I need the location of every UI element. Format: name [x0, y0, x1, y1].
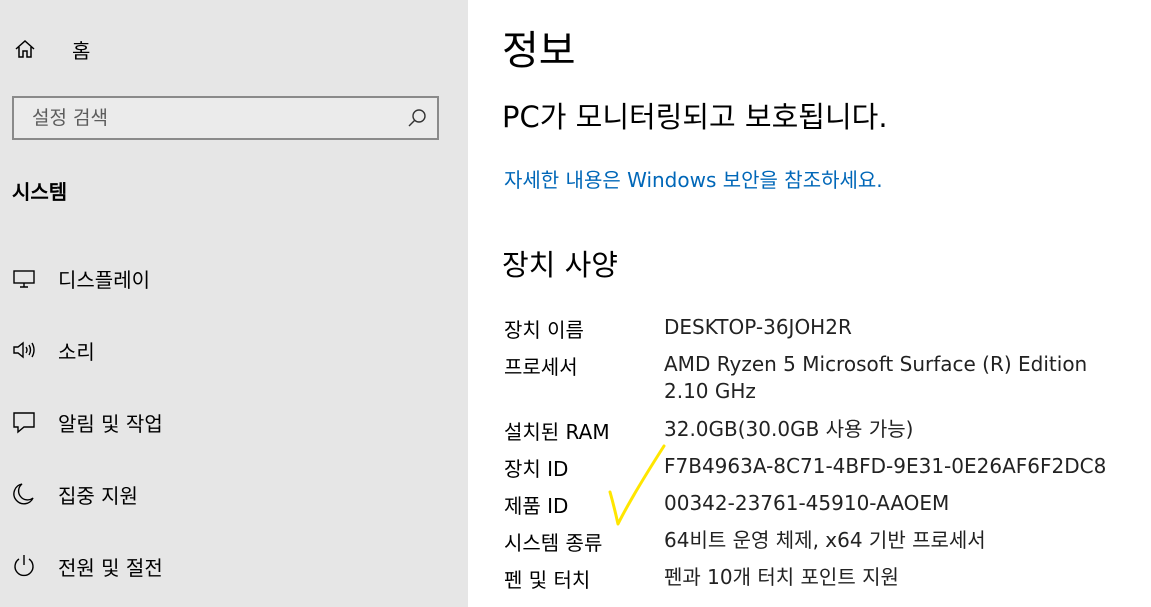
sidebar-item-label: 디스플레이 — [58, 267, 150, 292]
sidebar-item-label: 집중 지원 — [58, 483, 138, 508]
sidebar-item-label: 알림 및 작업 — [58, 411, 163, 436]
sidebar-item-display[interactable]: 디스플레이 — [12, 261, 150, 295]
monitor-icon — [12, 266, 36, 290]
section-title-system: 시스템 — [12, 180, 68, 204]
search-icon[interactable] — [407, 108, 427, 128]
spec-value: 00342-23761-45910-AAOEM — [664, 491, 950, 515]
spec-value: DESKTOP-36JOH2R — [664, 315, 852, 339]
search-input[interactable] — [14, 98, 412, 138]
page-title: 정보 — [502, 28, 576, 74]
spec-value: AMD Ryzen 5 Microsoft Surface (R) Editio… — [664, 352, 1113, 403]
home-icon — [14, 38, 36, 60]
spec-label: 장치 이름 — [504, 318, 584, 342]
home-nav-item[interactable]: 홈 — [14, 34, 90, 64]
sidebar-item-notifications[interactable]: 알림 및 작업 — [12, 405, 163, 439]
sidebar-item-sound[interactable]: 소리 — [12, 333, 95, 367]
device-specs-heading: 장치 사양 — [502, 248, 618, 282]
protection-status: PC가 모니터링되고 보호됩니다. — [502, 100, 888, 134]
main-content: 정보 PC가 모니터링되고 보호됩니다. 자세한 내용은 Windows 보안을… — [468, 0, 1151, 607]
sidebar-item-focus-assist[interactable]: 집중 지원 — [12, 477, 138, 511]
sidebar-item-power[interactable]: 전원 및 절전 — [12, 549, 163, 583]
sidebar-item-label: 전원 및 절전 — [58, 555, 163, 580]
power-icon — [12, 554, 36, 578]
sidebar: 홈 시스템 디스플레이 — [0, 0, 468, 607]
windows-security-link[interactable]: 자세한 내용은 Windows 보안을 참조하세요. — [504, 164, 883, 193]
settings-window: 홈 시스템 디스플레이 — [0, 0, 1151, 607]
spec-label: 시스템 종류 — [504, 531, 603, 555]
search-box[interactable] — [12, 96, 439, 140]
spec-label: 펜 및 터치 — [504, 568, 591, 592]
speaker-icon — [12, 338, 36, 362]
spec-value: F7B4963A-8C71-4BFD-9E31-0E26AF6F2DC8 — [664, 454, 1107, 478]
spec-value: 32.0GB(30.0GB 사용 가능) — [664, 417, 914, 441]
spec-value: 64비트 운영 체제, x64 기반 프로세서 — [664, 528, 986, 552]
sidebar-item-label: 소리 — [58, 339, 95, 364]
spec-value: 펜과 10개 터치 포인트 지원 — [664, 565, 899, 589]
yellow-checkmark-annotation — [608, 444, 666, 526]
home-label: 홈 — [72, 38, 91, 63]
spec-label: 프로세서 — [504, 355, 578, 379]
message-icon — [12, 410, 36, 434]
moon-icon — [12, 482, 36, 506]
